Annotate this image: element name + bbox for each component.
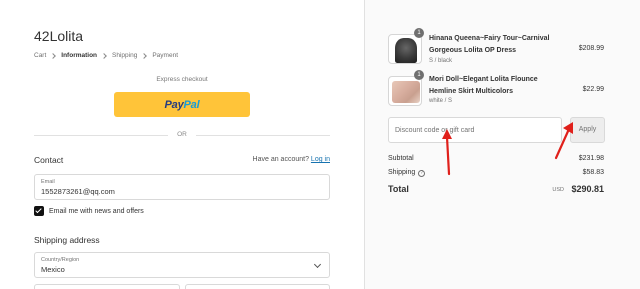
- annotation-arrow: [554, 122, 573, 160]
- product-thumbnail: [388, 76, 422, 106]
- product-image: [395, 38, 417, 63]
- shipping-label: Shipping: [388, 169, 416, 176]
- quantity-badge: 1: [414, 70, 424, 80]
- chevron-right-icon: [141, 52, 148, 59]
- newsletter-checkbox[interactable]: [34, 206, 44, 216]
- subtotal-value: $231.98: [578, 155, 604, 162]
- chevron-right-icon: [101, 52, 107, 59]
- chevron-down-icon: [313, 260, 322, 269]
- shop-name[interactable]: 42Lolita: [34, 28, 83, 44]
- paypal-logo-part2: Pal: [183, 98, 200, 111]
- checkout-form-panel: 42Lolita Cart Information Shipping Payme…: [0, 0, 364, 289]
- item-name: Mori Doll~Elegant Lolita Flounce Hemline…: [429, 74, 579, 98]
- item-name-line: Hemline Skirt Multicolors: [429, 88, 514, 95]
- email-field-value[interactable]: 1552873261@qq.com: [41, 187, 115, 196]
- first-name-field[interactable]: [34, 284, 180, 289]
- chevron-right-icon: [50, 52, 57, 59]
- shipping-row: Shipping? $58.83: [388, 169, 604, 177]
- account-prompt: Have an account? Log in: [253, 156, 330, 163]
- info-icon[interactable]: ?: [418, 170, 426, 177]
- contact-heading: Contact: [34, 155, 64, 165]
- subtotal-label: Subtotal: [388, 155, 414, 162]
- paypal-logo-part1: Pay: [164, 98, 184, 111]
- checkmark-icon: [35, 206, 42, 214]
- total-label: Total: [388, 184, 409, 194]
- country-select-value: Mexico: [41, 265, 65, 274]
- quantity-badge: 1: [414, 28, 424, 38]
- product-thumbnail: [388, 34, 422, 64]
- item-name-line: Mori Doll~Elegant Lolita Flounce: [429, 76, 538, 83]
- breadcrumb-shipping: Shipping: [112, 52, 138, 59]
- item-name: Hinana Queena~Fairy Tour~Carnival Gorgeo…: [429, 33, 579, 57]
- total-row: Total USD $290.81: [388, 184, 604, 194]
- newsletter-option[interactable]: Email me with news and offers: [34, 206, 144, 216]
- item-price: $22.99: [582, 86, 604, 93]
- order-summary-panel: 1 Hinana Queena~Fairy Tour~Carnival Gorg…: [364, 0, 640, 289]
- currency-code: USD: [552, 187, 564, 193]
- email-field[interactable]: Email 1552873261@qq.com: [34, 174, 330, 200]
- breadcrumb: Cart Information Shipping Payment: [34, 52, 178, 59]
- country-select-label: Country/Region: [41, 257, 80, 263]
- divider-line: [196, 135, 330, 136]
- account-prompt-text: Have an account?: [252, 156, 309, 163]
- newsletter-label[interactable]: Email me with news and offers: [49, 208, 144, 215]
- shipping-value: $58.83: [582, 169, 604, 176]
- item-name-line: Hinana Queena~Fairy Tour~Carnival: [429, 35, 550, 42]
- breadcrumb-information: Information: [61, 52, 98, 59]
- discount-code-placeholder: Discount code or gift card: [395, 127, 475, 134]
- breadcrumb-payment: Payment: [152, 52, 178, 59]
- annotation-arrow: [442, 129, 452, 176]
- country-select[interactable]: Country/Region Mexico: [34, 252, 330, 278]
- discount-code-input[interactable]: Discount code or gift card: [388, 117, 562, 143]
- shipping-address-heading: Shipping address: [34, 235, 100, 245]
- express-checkout-label: Express checkout: [156, 76, 208, 83]
- breadcrumb-cart[interactable]: Cart: [34, 52, 46, 59]
- item-price: $208.99: [578, 45, 604, 52]
- paypal-button[interactable]: Pay Pal: [114, 92, 250, 117]
- or-divider: OR: [34, 131, 330, 141]
- total-value: $290.81: [571, 184, 604, 194]
- login-link[interactable]: Log in: [311, 156, 330, 163]
- last-name-field[interactable]: [185, 284, 330, 289]
- product-image: [392, 81, 420, 103]
- item-name-line: Gorgeous Lolita OP Dress: [429, 47, 517, 54]
- item-variant: white / S: [429, 98, 453, 104]
- item-variant: S / black: [429, 58, 453, 64]
- email-field-label: Email: [41, 179, 55, 185]
